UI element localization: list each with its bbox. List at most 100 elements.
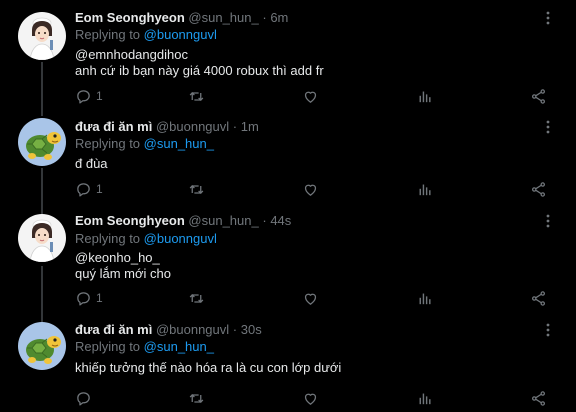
chef-girl-avatar-icon xyxy=(18,214,66,262)
reply-icon xyxy=(75,390,92,407)
share-icon xyxy=(530,290,547,307)
reply-count: 1 xyxy=(96,89,103,103)
replying-to-link[interactable]: @sun_hun_ xyxy=(144,339,214,354)
replying-prefix: Replying to xyxy=(75,231,144,246)
retweet-button[interactable] xyxy=(188,87,205,105)
replying-prefix: Replying to xyxy=(75,136,144,151)
timestamp[interactable]: 30s xyxy=(241,322,262,337)
avatar[interactable] xyxy=(18,118,66,166)
replying-prefix: Replying to xyxy=(75,339,144,354)
retweet-button[interactable] xyxy=(188,289,205,307)
timestamp[interactable]: 6m xyxy=(270,10,288,25)
analytics-button[interactable] xyxy=(416,389,433,407)
share-button[interactable] xyxy=(530,389,547,407)
tweet-actions xyxy=(75,389,555,407)
thread-line xyxy=(41,62,43,116)
mention-link[interactable]: @keonho_ho_ xyxy=(75,250,160,266)
more-icon[interactable] xyxy=(540,10,556,26)
replying-to: Replying to @sun_hun_ xyxy=(75,136,214,152)
turtle-avatar-icon xyxy=(18,322,66,370)
avatar[interactable] xyxy=(18,12,66,60)
retweet-button[interactable] xyxy=(188,180,205,198)
replying-to: Replying to @sun_hun_ xyxy=(75,339,214,355)
share-icon xyxy=(530,390,547,407)
analytics-icon xyxy=(416,390,433,407)
like-button[interactable] xyxy=(302,87,319,105)
reply-icon xyxy=(75,88,92,105)
display-name[interactable]: đưa đi ăn mì xyxy=(75,322,152,337)
retweet-icon xyxy=(188,390,205,407)
thread-line xyxy=(41,168,43,214)
more-icon[interactable] xyxy=(540,322,556,338)
tweet-text: đ đùa xyxy=(75,156,108,171)
user-handle[interactable]: @buonnguvl xyxy=(156,322,229,337)
like-icon xyxy=(302,290,319,307)
replying-to-link[interactable]: @buonnguvl xyxy=(144,27,217,42)
avatar[interactable] xyxy=(18,322,66,370)
avatar[interactable] xyxy=(18,214,66,262)
analytics-icon xyxy=(416,290,433,307)
user-handle[interactable]: @sun_hun_ xyxy=(188,10,258,25)
replying-to: Replying to @buonnguvl xyxy=(75,27,217,43)
reply-count: 1 xyxy=(96,291,103,305)
share-icon xyxy=(530,88,547,105)
analytics-button[interactable] xyxy=(416,180,433,198)
reply-button[interactable]: 1 xyxy=(75,180,103,198)
like-button[interactable] xyxy=(302,180,319,198)
display-name[interactable]: đưa đi ăn mì xyxy=(75,119,152,134)
tweet-actions: 1 xyxy=(75,180,555,198)
retweet-icon xyxy=(188,290,205,307)
like-button[interactable] xyxy=(302,289,319,307)
user-handle[interactable]: @buonnguvl xyxy=(156,119,229,134)
retweet-button[interactable] xyxy=(188,389,205,407)
analytics-icon xyxy=(416,88,433,105)
tweet-header: đưa đi ăn mì @buonnguvl · 1m xyxy=(75,119,259,135)
tweet-header: đưa đi ăn mì @buonnguvl · 30s xyxy=(75,322,262,338)
replying-to-link[interactable]: @buonnguvl xyxy=(144,231,217,246)
retweet-icon xyxy=(188,88,205,105)
reply-button[interactable] xyxy=(75,389,96,407)
chef-girl-avatar-icon xyxy=(18,12,66,60)
replying-prefix: Replying to xyxy=(75,27,144,42)
analytics-button[interactable] xyxy=(416,87,433,105)
separator-dot: · xyxy=(232,119,238,134)
timestamp[interactable]: 44s xyxy=(270,213,291,228)
share-button[interactable] xyxy=(530,87,547,105)
like-icon xyxy=(302,181,319,198)
more-icon[interactable] xyxy=(540,119,556,135)
display-name[interactable]: Eom Seonghyeon xyxy=(75,213,185,228)
like-icon xyxy=(302,390,319,407)
turtle-avatar-icon xyxy=(18,118,66,166)
separator-dot: · xyxy=(262,213,267,228)
retweet-icon xyxy=(188,181,205,198)
replying-to-link[interactable]: @sun_hun_ xyxy=(144,136,214,151)
display-name[interactable]: Eom Seonghyeon xyxy=(75,10,185,25)
user-handle[interactable]: @sun_hun_ xyxy=(188,213,258,228)
analytics-icon xyxy=(416,181,433,198)
reply-icon xyxy=(75,290,92,307)
like-icon xyxy=(302,88,319,105)
tweet-text: quý lắm mới cho xyxy=(75,266,171,281)
separator-dot: · xyxy=(232,322,238,337)
share-button[interactable] xyxy=(530,180,547,198)
reply-button[interactable]: 1 xyxy=(75,87,103,105)
replying-to: Replying to @buonnguvl xyxy=(75,231,217,247)
tweet-actions: 1 xyxy=(75,87,555,105)
tweet-actions: 1 xyxy=(75,289,555,307)
reply-button[interactable]: 1 xyxy=(75,289,103,307)
share-icon xyxy=(530,181,547,198)
tweet-header: Eom Seonghyeon @sun_hun_ · 6m xyxy=(75,10,288,26)
reply-count: 1 xyxy=(96,182,103,196)
tweet-text: anh cứ ib bạn này giá 4000 robux thì add… xyxy=(75,63,324,78)
reply-icon xyxy=(75,181,92,198)
mention-link[interactable]: @emnhodangdihoc xyxy=(75,47,188,63)
like-button[interactable] xyxy=(302,389,319,407)
tweet-header: Eom Seonghyeon @sun_hun_ · 44s xyxy=(75,213,291,229)
timestamp[interactable]: 1m xyxy=(241,119,259,134)
separator-dot: · xyxy=(262,10,267,25)
thread-line xyxy=(41,266,43,322)
analytics-button[interactable] xyxy=(416,289,433,307)
tweet-text: khiếp tưởng thế nào hóa ra là cu con lớp… xyxy=(75,360,342,375)
share-button[interactable] xyxy=(530,289,547,307)
more-icon[interactable] xyxy=(540,213,556,229)
